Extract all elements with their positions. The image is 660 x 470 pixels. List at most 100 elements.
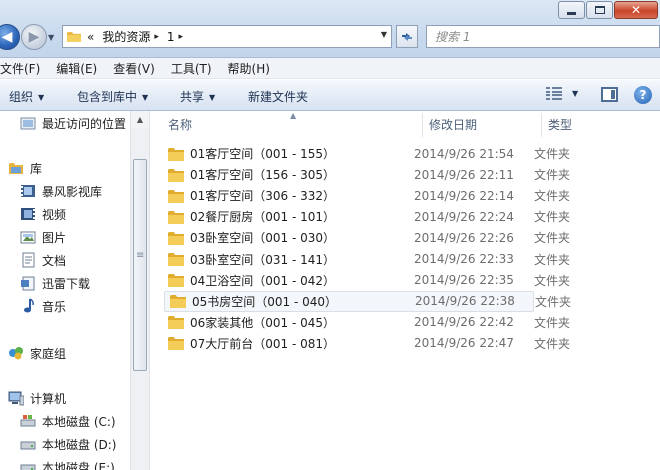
download-library-icon bbox=[20, 275, 36, 291]
sidebar-item-drive-d[interactable]: 本地磁盘 (D:) bbox=[20, 434, 116, 454]
breadcrumb-separator[interactable]: ▸ bbox=[154, 32, 159, 42]
share-button[interactable]: 共享 ▼ bbox=[180, 88, 215, 105]
column-separator[interactable] bbox=[541, 113, 542, 137]
sidebar-item-documents[interactable]: 文档 bbox=[20, 250, 66, 270]
new-folder-button[interactable]: 新建文件夹 bbox=[248, 88, 308, 105]
folder-icon bbox=[170, 295, 186, 309]
sidebar-item-baofeng[interactable]: 暴风影视库 bbox=[20, 181, 102, 201]
breadcrumb-folder-1[interactable]: 1 bbox=[167, 30, 175, 44]
sidebar-item-label: 计算机 bbox=[30, 391, 67, 406]
preview-pane-button[interactable] bbox=[601, 87, 618, 102]
help-icon: ? bbox=[639, 88, 647, 102]
menu-view[interactable]: 查看(V) bbox=[107, 60, 165, 77]
file-type: 文件夹 bbox=[534, 315, 571, 330]
sidebar-item-label: 本地磁盘 (C:) bbox=[42, 414, 116, 429]
sidebar-item-drive-c[interactable]: 本地磁盘 (C:) bbox=[20, 411, 116, 431]
address-bar[interactable]: « 我的资源 ▸ 1 ▸ ▼ bbox=[62, 25, 392, 48]
forward-arrow-icon: ▶ bbox=[28, 29, 40, 45]
chevron-down-icon: ▼ bbox=[142, 93, 149, 102]
include-library-button[interactable]: 包含到库中 ▼ bbox=[77, 88, 148, 105]
back-arrow-icon: ◀ bbox=[1, 29, 13, 45]
menu-help[interactable]: 帮助(H) bbox=[222, 60, 280, 77]
file-date: 2014/9/26 21:54 bbox=[414, 146, 514, 161]
sidebar-item-thunder-downloads[interactable]: 迅雷下载 bbox=[20, 273, 90, 293]
table-row[interactable]: 01客厅空间（001 - 155） 2014/9/26 21:54 文件夹 bbox=[163, 143, 570, 164]
chevron-down-icon: ▼ bbox=[380, 30, 387, 39]
menu-file[interactable]: 文件(F) bbox=[0, 60, 50, 77]
file-type: 文件夹 bbox=[534, 147, 571, 161]
folder-icon bbox=[168, 231, 184, 245]
column-header-type[interactable]: 类型 bbox=[548, 116, 572, 133]
help-button[interactable]: ? bbox=[634, 86, 652, 104]
close-button[interactable]: ✕ bbox=[614, 1, 658, 19]
file-name: 01客厅空间（001 - 155） bbox=[190, 147, 336, 161]
file-type: 文件夹 bbox=[535, 294, 572, 309]
breadcrumb-my-resources[interactable]: 我的资源 bbox=[102, 28, 150, 45]
search-input[interactable]: 搜索 1 bbox=[426, 25, 660, 48]
address-overflow[interactable]: « bbox=[87, 30, 94, 44]
window-controls: ✕ bbox=[557, 1, 658, 19]
video-library-icon bbox=[20, 183, 36, 199]
back-button[interactable]: ◀ bbox=[0, 24, 20, 50]
table-row[interactable]: 03卧室空间（001 - 030） 2014/9/26 22:26 文件夹 bbox=[163, 227, 570, 248]
address-dropdown-button[interactable]: ▼ bbox=[381, 30, 387, 39]
file-date: 2014/9/26 22:38 bbox=[415, 294, 515, 309]
file-type: 文件夹 bbox=[534, 168, 571, 183]
sidebar-item-label: 本地磁盘 (E:) bbox=[42, 460, 115, 470]
chevron-down-icon: ▼ bbox=[38, 93, 45, 102]
menu-tools[interactable]: 工具(T) bbox=[165, 60, 222, 77]
minimize-button[interactable] bbox=[558, 1, 585, 19]
view-details-icon bbox=[546, 87, 562, 100]
organize-label: 组织 bbox=[9, 90, 34, 104]
sidebar-item-label: 暴风影视库 bbox=[42, 184, 103, 199]
sidebar-item-computer[interactable]: 计算机 bbox=[8, 388, 66, 408]
navigation-scrollbar[interactable]: ▲ bbox=[130, 111, 149, 470]
table-row[interactable]: 03卧室空间（031 - 141） 2014/9/26 22:33 文件夹 bbox=[163, 249, 570, 270]
sidebar-item-label: 库 bbox=[30, 161, 43, 176]
chevron-down-icon: ▼ bbox=[572, 89, 579, 98]
file-type: 文件夹 bbox=[534, 210, 571, 225]
menu-edit[interactable]: 编辑(E) bbox=[50, 60, 107, 77]
folder-icon bbox=[168, 147, 184, 161]
folder-icon bbox=[168, 253, 184, 266]
folder-icon bbox=[168, 337, 184, 351]
scroll-up-button[interactable]: ▲ bbox=[131, 111, 149, 128]
change-view-button[interactable]: ▼ bbox=[546, 87, 578, 100]
sidebar-item-label: 音乐 bbox=[42, 299, 67, 314]
table-row[interactable]: 01客厅空间（306 - 332） 2014/9/26 22:14 文件夹 bbox=[163, 185, 570, 206]
sidebar-item-homegroup[interactable]: 家庭组 bbox=[8, 343, 66, 363]
hard-drive-icon bbox=[20, 459, 36, 470]
scroll-thumb[interactable] bbox=[133, 159, 147, 371]
breadcrumb-separator[interactable]: ▸ bbox=[179, 32, 184, 42]
folder-icon bbox=[168, 316, 184, 330]
recent-pages-button[interactable]: ▼ bbox=[48, 33, 54, 42]
table-row[interactable]: 02餐厅厨房（001 - 101） 2014/9/26 22:24 文件夹 bbox=[163, 206, 570, 227]
file-date: 2014/9/26 22:24 bbox=[414, 209, 514, 224]
sidebar-item-recent[interactable]: 最近访问的位置 bbox=[20, 113, 126, 133]
sidebar-item-pictures[interactable]: 图片 bbox=[20, 227, 66, 247]
window-titlebar: ✕ ◀ ▶ ▼ « 我的资源 ▸ 1 ▸ ▼ 搜索 1 bbox=[0, 0, 660, 58]
forward-button[interactable]: ▶ bbox=[21, 24, 47, 50]
refresh-button[interactable] bbox=[396, 25, 418, 48]
sidebar-item-videos[interactable]: 视频 bbox=[20, 204, 66, 224]
library-icon bbox=[8, 160, 24, 176]
maximize-button[interactable] bbox=[586, 1, 613, 19]
table-row[interactable]: 01客厅空间（156 - 305） 2014/9/26 22:11 文件夹 bbox=[163, 164, 570, 185]
folder-icon bbox=[168, 210, 184, 224]
table-row[interactable]: 04卫浴空间（001 - 042） 2014/9/26 22:35 文件夹 bbox=[163, 270, 570, 291]
file-name: 05书房空间（001 - 040） bbox=[192, 294, 338, 309]
sidebar-item-drive-e[interactable]: 本地磁盘 (E:) bbox=[20, 457, 115, 470]
table-row[interactable]: 06家装其他（001 - 045） 2014/9/26 22:42 文件夹 bbox=[163, 312, 570, 333]
sidebar-item-label: 本地磁盘 (D:) bbox=[42, 437, 117, 452]
sidebar-item-libraries[interactable]: 库 bbox=[8, 158, 42, 178]
table-row[interactable]: 07大厅前台（001 - 081） 2014/9/26 22:47 文件夹 bbox=[163, 333, 570, 354]
sort-ascending-icon: ▲ bbox=[290, 111, 297, 120]
sidebar-item-label: 图片 bbox=[42, 230, 67, 245]
column-separator[interactable] bbox=[422, 113, 423, 137]
sidebar-item-music[interactable]: 音乐 bbox=[20, 296, 66, 316]
column-header-date[interactable]: 修改日期 bbox=[429, 116, 477, 133]
column-header-name[interactable]: 名称 bbox=[168, 116, 192, 133]
organize-button[interactable]: 组织 ▼ bbox=[9, 88, 44, 105]
table-row[interactable]: 05书房空间（001 - 040） 2014/9/26 22:38 文件夹 bbox=[164, 290, 571, 312]
chevron-down-icon: ▼ bbox=[48, 33, 55, 42]
